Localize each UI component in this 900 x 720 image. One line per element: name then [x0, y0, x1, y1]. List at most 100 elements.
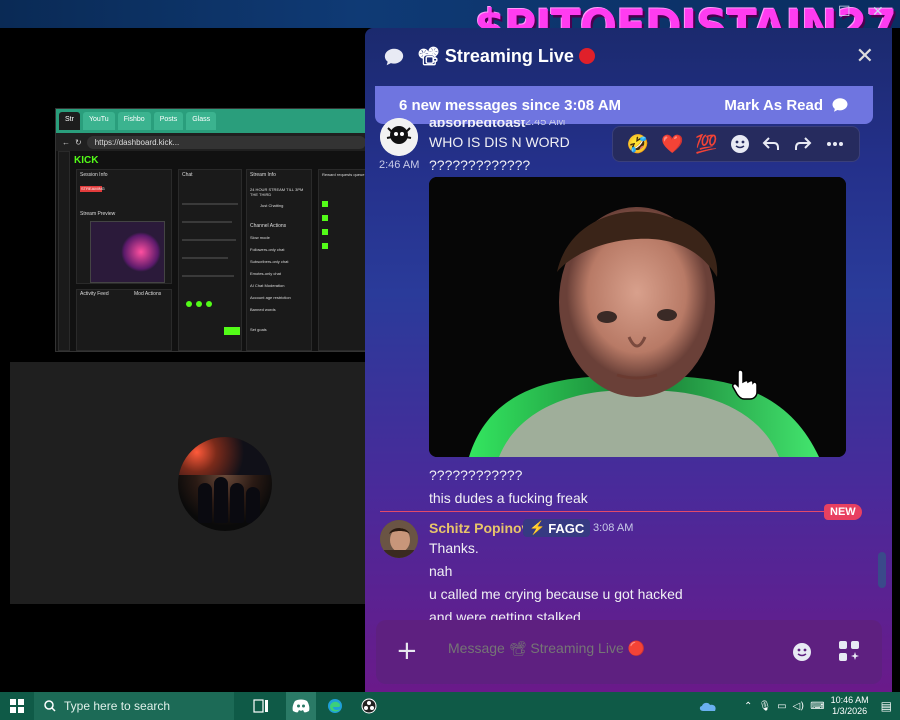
back-icon[interactable]: ← [62, 138, 70, 147]
clock-time: 10:46 AM [830, 695, 869, 705]
search-icon [44, 700, 56, 712]
message-timestamp: 3:08 AM [593, 522, 634, 534]
hand-cursor-icon [732, 369, 758, 400]
start-button[interactable] [0, 692, 34, 720]
action-banned-words[interactable]: Banned words [250, 307, 276, 312]
action-account-age[interactable]: Account age restriction [250, 295, 291, 300]
browser-tab[interactable]: Fishbo [117, 112, 151, 130]
thread-title: 📽 Streaming Live [417, 46, 595, 67]
browser-tab-strip: Str YouTu Fishbo Posts Glass [56, 109, 372, 133]
action-emotes-only[interactable]: Emotes-only chat [250, 271, 281, 276]
activity-feed-panel [76, 289, 172, 351]
discord-icon [292, 699, 310, 713]
reaction-heart-button[interactable]: ❤️ [661, 135, 683, 153]
emoji-icon[interactable] [792, 642, 812, 662]
keyboard-icon[interactable]: ⌨ [810, 701, 824, 712]
chat-send-button[interactable] [224, 327, 240, 335]
action-slow-mode[interactable]: Slow mode [250, 235, 270, 240]
windows-icon [10, 699, 24, 713]
message-author[interactable]: Schitz Popinov [429, 520, 529, 536]
network-icon[interactable]: ▭ [777, 701, 786, 712]
member-tag: ⚡ FAGC [523, 519, 591, 537]
image-attachment[interactable] [429, 177, 846, 457]
mark-as-read-label: Mark As Read [724, 96, 823, 114]
onedrive-icon[interactable] [698, 700, 718, 712]
browser-tab[interactable]: Glass [186, 112, 217, 130]
streaming-badge-label: STREAMING [81, 186, 105, 191]
forward-icon[interactable] [793, 134, 813, 154]
browser-window[interactable]: Str YouTu Fishbo Posts Glass ← ↻ https:/… [55, 108, 373, 352]
member-tag-label: FAGC [548, 520, 585, 536]
message-timestamp: 2:46 AM [379, 159, 420, 171]
taskbar-clock[interactable]: 10:46 AM 1/3/2026 [831, 695, 869, 717]
system-tray: ⌃ 🎙 ▭ ◁) ⌨ 10:46 AM 1/3/2026 ▤ [698, 692, 900, 720]
mark-as-read-button[interactable]: Mark As Read [724, 96, 849, 114]
clock-date: 1/3/2026 [832, 706, 868, 716]
message-hover-toolbar: 🤣 ❤️ 💯 [612, 126, 860, 162]
avatar[interactable] [380, 520, 418, 558]
thread-title-text: Streaming Live [444, 46, 574, 66]
chat-label: Chat [182, 172, 193, 178]
browser-tab[interactable]: Posts [153, 112, 184, 130]
notifications-icon[interactable]: ▤ [881, 699, 892, 713]
avatar[interactable] [380, 118, 418, 156]
task-view-button[interactable] [246, 692, 276, 720]
lightning-icon: ⚡ [529, 520, 546, 535]
edge-taskbar-button[interactable] [320, 692, 350, 720]
url-field[interactable]: https://dashboard.kick... [86, 135, 366, 149]
refresh-icon[interactable]: ↻ [75, 138, 82, 147]
message-composer: + [376, 620, 882, 684]
action-set-goals[interactable]: Set goals [250, 327, 267, 332]
close-icon[interactable]: ✕ [856, 44, 874, 69]
obs-taskbar-button[interactable] [354, 692, 384, 720]
action-followers-only[interactable]: Followers-only chat [250, 247, 284, 252]
obs-icon [361, 698, 377, 714]
microphone-icon[interactable]: 🎙 [758, 701, 771, 712]
screen: Str YouTu Fishbo Posts Glass ← ↻ https:/… [0, 0, 900, 720]
message-text: ????????????? [429, 157, 531, 173]
message-text: WHO IS DIS N WORD [429, 134, 570, 150]
volume-icon[interactable]: ◁) [793, 701, 805, 712]
channel-actions-label: Channel Actions [250, 223, 287, 229]
more-options-icon[interactable] [825, 134, 845, 154]
scrollbar-thumb[interactable] [878, 552, 886, 588]
stream-info-title: 24 HOUR STREAM TILL 3PM THE THIRD [250, 187, 304, 197]
message-text: nah [429, 563, 453, 579]
reply-icon[interactable] [761, 134, 781, 154]
thread-header: 📽 Streaming Live ✕ [365, 28, 892, 86]
new-messages-text: 6 new messages since 3:08 AM [399, 96, 622, 114]
new-messages-banner[interactable]: 6 new messages since 3:08 AM Mark As Rea… [375, 86, 873, 124]
reward-requests-label: Reward requests queue [322, 172, 365, 177]
window-close-icon[interactable]: ✕ [872, 4, 884, 20]
dashboard-side-rail [58, 151, 70, 351]
activity-feed-label: Activity Feed [80, 291, 109, 297]
add-reaction-icon[interactable] [730, 134, 750, 154]
message-text: Thanks. [429, 540, 479, 556]
maximize-icon[interactable]: ☐ [838, 4, 851, 20]
attachment-photo [429, 177, 846, 457]
taskbar-search[interactable]: Type here to search [34, 692, 234, 720]
stream-category: Just Chatting [260, 203, 284, 208]
chat-panel [178, 169, 242, 351]
projector-icon: 📽 [417, 46, 440, 66]
action-subscribers-only[interactable]: Subscribers-only chat [250, 259, 288, 264]
add-attachment-button[interactable]: + [396, 638, 418, 664]
apps-icon[interactable] [838, 640, 860, 662]
avatar-image [380, 118, 418, 156]
avatar-image [380, 520, 418, 558]
mark-read-icon [832, 98, 848, 112]
reaction-100-button[interactable]: 💯 [695, 135, 717, 153]
message-input[interactable] [448, 640, 728, 656]
browser-tab[interactable]: Str [59, 112, 80, 130]
session-info-label: Session Info [80, 172, 108, 178]
stream-preview-label: Stream Preview [80, 211, 116, 217]
kick-logo: KICK [74, 155, 99, 166]
action-ai-moderation[interactable]: AI Chat Moderation [250, 283, 284, 288]
browser-tab[interactable]: YouTu [82, 112, 115, 130]
reaction-rofl-button[interactable]: 🤣 [627, 135, 649, 153]
discord-taskbar-button[interactable] [286, 692, 316, 720]
red-circle-icon [578, 48, 595, 64]
tray-chevron-icon[interactable]: ⌃ [744, 701, 752, 712]
task-view-icon [253, 699, 268, 713]
edge-icon [328, 699, 342, 713]
